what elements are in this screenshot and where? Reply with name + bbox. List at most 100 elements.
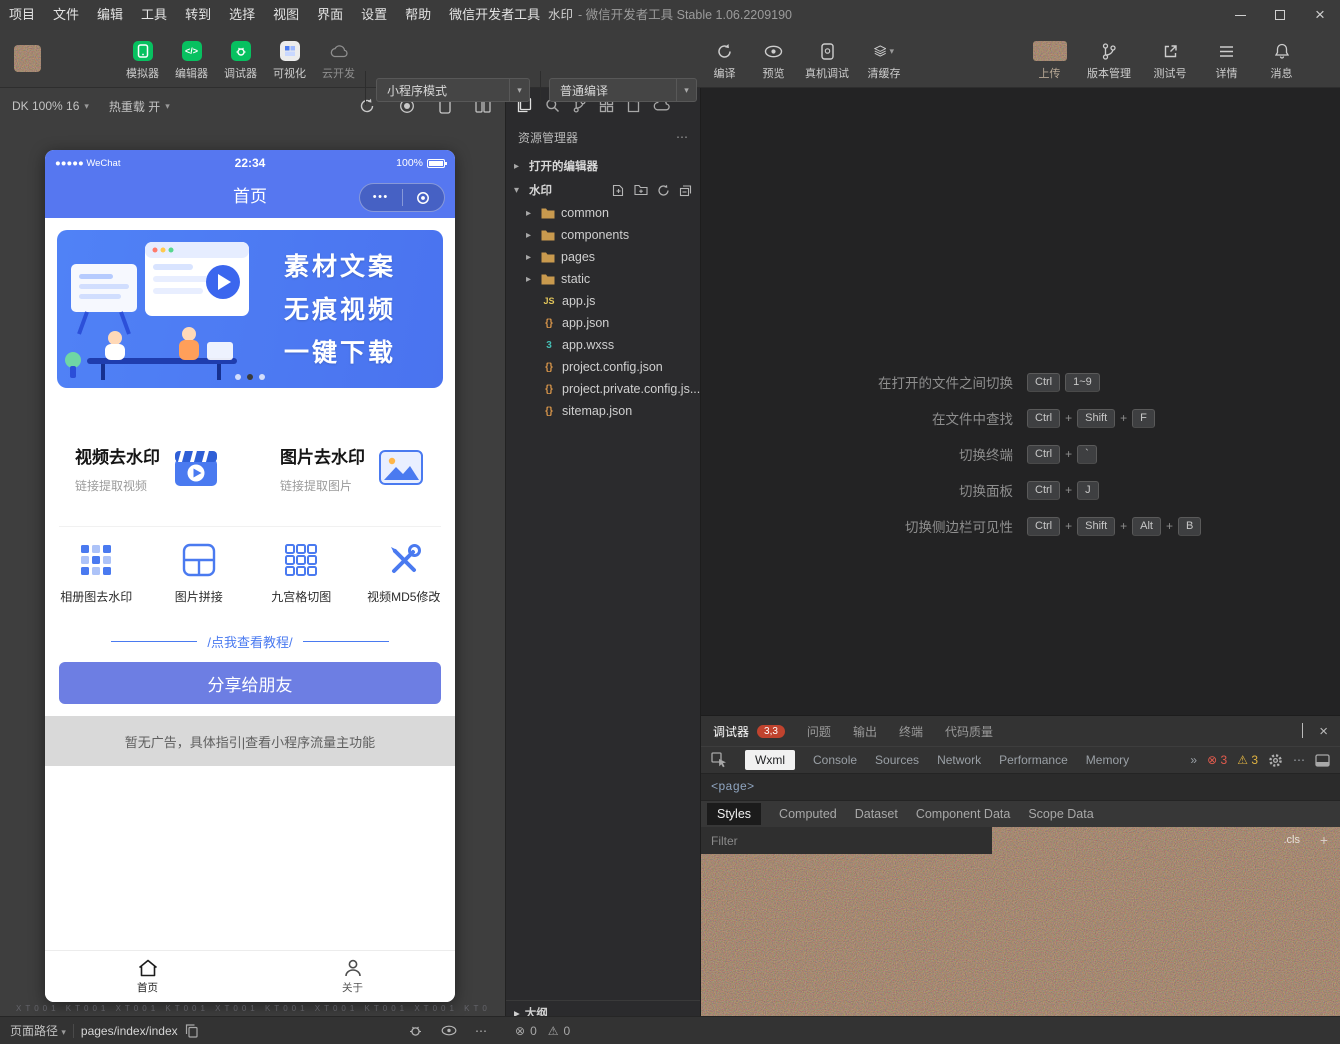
compile-mode-dropdown[interactable]: 普通编译 ▾	[549, 78, 697, 102]
more-menu-button[interactable]: •••	[360, 183, 402, 212]
collapse-all-button[interactable]	[679, 184, 692, 197]
menu-devtools[interactable]: 微信开发者工具	[440, 0, 549, 30]
share-button[interactable]: 分享给朋友	[59, 662, 441, 704]
tab-component-data[interactable]: Component Data	[916, 807, 1011, 821]
details-button[interactable]: 详情	[1202, 41, 1251, 81]
preview-button[interactable]: 预览	[749, 41, 798, 81]
tree-item-pages[interactable]: ▸ pages	[506, 246, 700, 268]
menu-edit[interactable]: 编辑	[88, 0, 132, 30]
tree-item-app-json[interactable]: {} app.json	[506, 312, 700, 334]
tab-sources[interactable]: Sources	[875, 753, 919, 767]
tree-item-components[interactable]: ▸ components	[506, 224, 700, 246]
tree-item-app-js[interactable]: JS app.js	[506, 290, 700, 312]
banner-carousel[interactable]: 素材文案 无痕视频 一键下载	[57, 230, 443, 388]
tab-computed[interactable]: Computed	[779, 807, 837, 821]
more-icon[interactable]: ⋯	[676, 130, 688, 144]
tree-item-common[interactable]: ▸ common	[506, 202, 700, 224]
maximize-button[interactable]	[1260, 0, 1300, 30]
glitch-texture	[701, 854, 1340, 1017]
image-stitch-item[interactable]: 图片拼接	[148, 542, 251, 626]
rotate-device-button[interactable]	[359, 98, 375, 114]
minimize-button[interactable]	[1220, 0, 1260, 30]
mode-dropdown[interactable]: 小程序模式 ▾	[376, 78, 530, 102]
menu-project[interactable]: 项目	[0, 0, 44, 30]
menu-file[interactable]: 文件	[44, 0, 88, 30]
menu-view[interactable]: 视图	[264, 0, 308, 30]
collapse-panel-button[interactable]	[1302, 723, 1304, 738]
upload-button[interactable]: 上传	[1025, 41, 1074, 81]
close-panel-button[interactable]: ×	[1319, 723, 1328, 740]
menu-goto[interactable]: 转到	[176, 0, 220, 30]
tab-terminal[interactable]: 终端	[899, 723, 923, 740]
tab-dataset[interactable]: Dataset	[855, 807, 898, 821]
new-file-button[interactable]	[612, 184, 625, 197]
tree-item-project-private-config[interactable]: {} project.private.config.js...	[506, 378, 700, 400]
visibility-icon[interactable]	[441, 1025, 457, 1036]
more-tabs-button[interactable]: »	[1190, 753, 1197, 767]
menu-interface[interactable]: 界面	[308, 0, 352, 30]
more-icon[interactable]: ⋯	[475, 1024, 487, 1038]
cloud-dev-button[interactable]: 云开发	[314, 41, 363, 81]
clear-cache-button[interactable]: ▾ 清缓存	[856, 41, 912, 81]
tab-home[interactable]: 首页	[45, 951, 250, 1002]
tab-console[interactable]: Console	[813, 753, 857, 767]
minimize-capsule-button[interactable]	[403, 190, 445, 206]
tab-code-quality[interactable]: 代码质量	[945, 723, 993, 740]
inspect-element-button[interactable]	[711, 752, 727, 768]
version-control-button[interactable]: 版本管理	[1080, 41, 1138, 81]
close-button[interactable]: ×	[1300, 0, 1340, 30]
menu-settings[interactable]: 设置	[352, 0, 396, 30]
cls-toggle[interactable]: .cls	[1284, 827, 1301, 854]
filter-input[interactable]: Filter	[711, 834, 738, 848]
tree-item-project-config[interactable]: {} project.config.json	[506, 356, 700, 378]
tab-styles[interactable]: Styles	[707, 803, 762, 825]
bug-icon[interactable]	[408, 1023, 423, 1038]
nine-grid-cut-item[interactable]: 九宫格切图	[250, 542, 353, 626]
tab-output[interactable]: 输出	[853, 723, 877, 740]
debugger-toggle-button[interactable]: 调试器	[216, 41, 265, 81]
test-account-button[interactable]: 测试号	[1144, 41, 1196, 81]
menu-help[interactable]: 帮助	[396, 0, 440, 30]
menu-select[interactable]: 选择	[220, 0, 264, 30]
dock-side-button[interactable]	[1315, 753, 1330, 767]
tree-item-app-wxss[interactable]: 3 app.wxss	[506, 334, 700, 356]
clapperboard-icon	[175, 451, 217, 486]
menu-tools[interactable]: 工具	[132, 0, 176, 30]
tab-performance[interactable]: Performance	[999, 753, 1068, 767]
shortcut-keys: Ctrl + `	[1027, 444, 1097, 464]
image-watermark-feature[interactable]: 图片去水印 链接提取图片	[250, 422, 455, 514]
new-folder-button[interactable]	[634, 184, 648, 196]
devtools-more-button[interactable]: ⋯	[1293, 753, 1305, 767]
ad-banner[interactable]: 暂无广告，具体指引|查看小程序流量主功能	[45, 716, 455, 766]
tab-problems[interactable]: 问题	[807, 723, 831, 740]
simulator-toggle-button[interactable]: 模拟器	[118, 41, 167, 81]
tab-debugger[interactable]: 调试器	[713, 723, 749, 740]
video-watermark-feature[interactable]: 视频去水印 链接提取视频	[45, 422, 250, 514]
remote-debug-button[interactable]: 真机调试	[798, 41, 856, 81]
open-editors-section[interactable]: ▸ 打开的编辑器	[506, 154, 700, 178]
user-avatar[interactable]	[14, 45, 41, 72]
refresh-button[interactable]	[657, 184, 670, 197]
copy-path-button[interactable]	[185, 1023, 198, 1038]
tab-scope-data[interactable]: Scope Data	[1028, 807, 1093, 821]
wxml-element-tree[interactable]: <page>	[701, 774, 1340, 800]
tree-item-sitemap[interactable]: {} sitemap.json	[506, 400, 700, 422]
tab-wxml[interactable]: Wxml	[745, 750, 795, 770]
tab-network[interactable]: Network	[937, 753, 981, 767]
project-section[interactable]: ▾ 水印	[506, 178, 700, 202]
add-class-button[interactable]: +	[1320, 827, 1328, 854]
tab-memory[interactable]: Memory	[1086, 753, 1129, 767]
tree-item-static[interactable]: ▸ static	[506, 268, 700, 290]
album-watermark-item[interactable]: 相册图去水印	[45, 542, 148, 626]
page-path-dropdown[interactable]: 页面路径 ▾	[10, 1022, 66, 1039]
visualization-toggle-button[interactable]: 可视化	[265, 41, 314, 81]
hot-reload-dropdown[interactable]: 热重载 开 ▾	[109, 98, 170, 115]
devtools-settings-button[interactable]	[1268, 753, 1283, 768]
messages-button[interactable]: 消息	[1257, 41, 1306, 81]
compile-button[interactable]: 编译	[700, 41, 749, 81]
editor-toggle-button[interactable]: </> 编辑器	[167, 41, 216, 81]
tutorial-link[interactable]: /点我查看教程/	[207, 632, 292, 651]
video-md5-item[interactable]: 视频MD5修改	[353, 542, 456, 626]
device-dropdown[interactable]: DK 100% 16 ▾	[12, 99, 89, 113]
tab-about[interactable]: 关于	[250, 951, 455, 1002]
